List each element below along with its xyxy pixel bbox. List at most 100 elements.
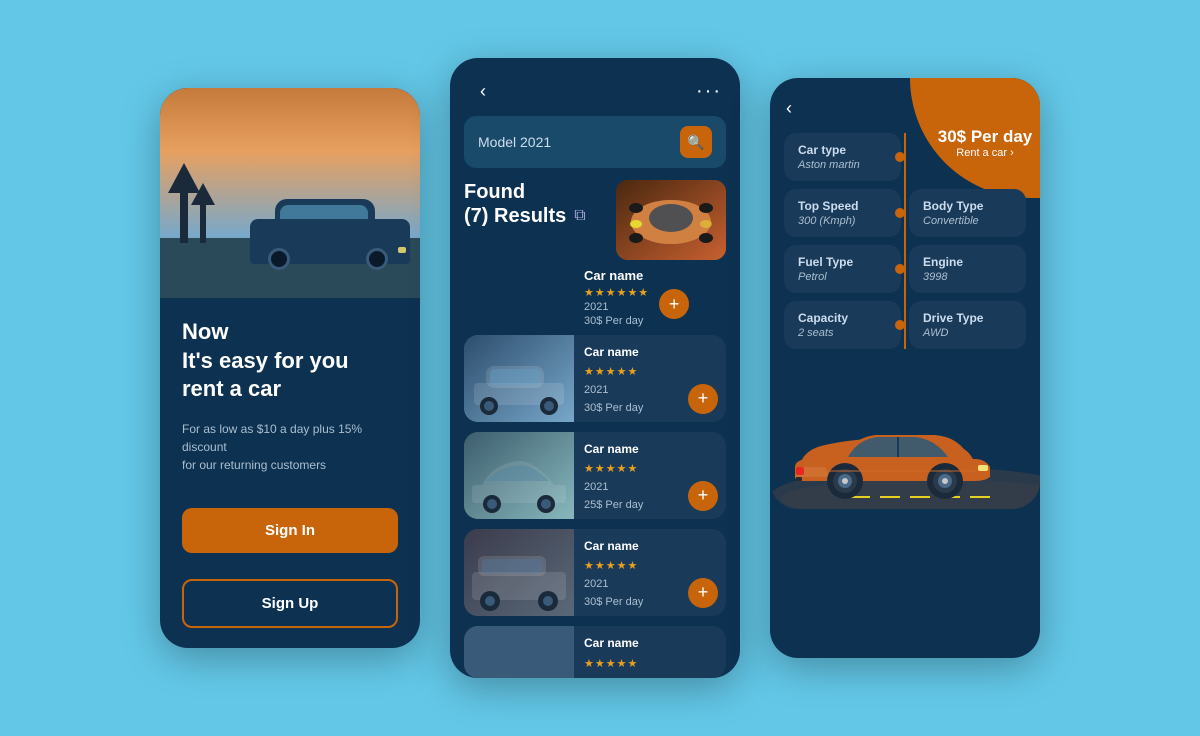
- list-item: Car name ★★★★★ 2021 30$ Per day +: [464, 335, 726, 422]
- spec-engine-value: 3998: [923, 271, 1012, 283]
- spec-car-type: Car type Aston martin: [784, 133, 901, 181]
- hero-car: [250, 203, 410, 278]
- spec-empty-1: [909, 133, 1026, 181]
- featured-car-year: 2021: [584, 301, 649, 313]
- back-button[interactable]: ‹: [468, 76, 498, 106]
- car-svg-3: [464, 529, 574, 616]
- car-thumbnail-2: [464, 432, 574, 519]
- results-number: (7) Results: [464, 204, 566, 228]
- car-svg-1: [464, 335, 574, 422]
- road-car-svg: [770, 349, 1040, 509]
- card3-back-button[interactable]: ‹: [786, 98, 792, 119]
- welcome-subtitle: For as low as $10 a day plus 15% discoun…: [182, 420, 398, 474]
- car-wheel-rear: [366, 248, 388, 270]
- car-price-3: 30$ Per day: [584, 596, 678, 608]
- hero-image: [160, 88, 420, 298]
- car-headlight: [398, 247, 406, 253]
- filter-icon[interactable]: ⧉: [574, 207, 585, 225]
- spec-capacity: Capacity 2 seats: [784, 301, 901, 349]
- welcome-title: Now It's easy for you rent a car: [182, 318, 398, 404]
- car-year-2: 2021: [584, 481, 678, 493]
- spec-top-speed: Top Speed 300 (Kmph): [784, 189, 901, 237]
- car-detail-card: 30$ Per day Rent a car › ‹ Car type Asto…: [770, 78, 1040, 658]
- spec-car-type-value: Aston martin: [798, 159, 887, 171]
- spec-capacity-value: 2 seats: [798, 327, 887, 339]
- spec-capacity-label: Capacity: [798, 311, 887, 325]
- spec-engine-label: Engine: [923, 255, 1012, 269]
- featured-car-name: Car name: [584, 268, 649, 283]
- car-info-2: Car name ★★★★★ 2021 25$ Per day: [574, 432, 688, 519]
- spec-drive-type-value: AWD: [923, 327, 1012, 339]
- car-price-1: 30$ Per day: [584, 402, 678, 414]
- spec-engine: Engine 3998: [909, 245, 1026, 293]
- search-input[interactable]: Model 2021: [478, 134, 672, 150]
- welcome-card: Now It's easy for you rent a car For as …: [160, 88, 420, 648]
- results-list: Car name ★★★★★ 2021 30$ Per day +: [450, 335, 740, 678]
- featured-car-details: Car name ★★★★★★ 2021 30$ Per day: [584, 268, 649, 327]
- featured-car-image: [616, 180, 726, 260]
- spec-top-speed-label: Top Speed: [798, 199, 887, 213]
- timeline-dot-1: [895, 152, 905, 162]
- car-svg-2: [464, 432, 574, 519]
- add-car-button-2[interactable]: +: [688, 481, 718, 511]
- car-name-3: Car name: [584, 539, 678, 553]
- car-year-3: 2021: [584, 578, 678, 590]
- featured-car-price: 30$ Per day: [584, 315, 649, 327]
- add-car-button-3[interactable]: +: [688, 578, 718, 608]
- timeline-dot-4: [895, 320, 905, 330]
- list-item: Car name ★★★★★ 2021 25$ Per day +: [464, 432, 726, 519]
- spacer: [182, 490, 398, 492]
- search-bar: Model 2021 🔍: [464, 116, 726, 168]
- car-thumbnail-4: [464, 626, 574, 678]
- car-svg-4: [464, 626, 574, 678]
- add-car-button-1[interactable]: +: [688, 384, 718, 414]
- car-stars-4: ★★★★★: [584, 657, 716, 670]
- timeline-dot-3: [895, 264, 905, 274]
- hero-tree-2: [200, 198, 206, 243]
- more-options-button[interactable]: ···: [696, 80, 722, 103]
- featured-car-svg: [616, 180, 726, 260]
- timeline-dot-2: [895, 208, 905, 218]
- featured-car-stars: ★★★★★★: [584, 286, 649, 299]
- spec-car-type-label: Car type: [798, 143, 887, 157]
- car-stars-2: ★★★★★: [584, 462, 678, 475]
- car-name-4: Car name: [584, 636, 716, 650]
- welcome-title-text: Now It's easy for you rent a car: [182, 319, 349, 401]
- car-info-1: Car name ★★★★★ 2021 30$ Per day: [574, 335, 688, 422]
- spec-fuel-type: Fuel Type Petrol: [784, 245, 901, 293]
- spec-drive-type-label: Drive Type: [923, 311, 1012, 325]
- welcome-subtitle-text: For as low as $10 a day plus 15% discoun…: [182, 422, 362, 472]
- spec-body-type: Body Type Convertible: [909, 189, 1026, 237]
- car-thumbnail-1: [464, 335, 574, 422]
- spec-body-type-label: Body Type: [923, 199, 1012, 213]
- signin-button[interactable]: Sign In: [182, 508, 398, 553]
- featured-car-info-row: Car name ★★★★★★ 2021 30$ Per day +: [450, 268, 740, 335]
- search-icon: 🔍: [687, 134, 704, 151]
- car-stars-3: ★★★★★: [584, 559, 678, 572]
- spec-fuel-type-value: Petrol: [798, 271, 887, 283]
- car-info-4: Car name ★★★★★: [574, 626, 726, 678]
- spec-body-type-value: Convertible: [923, 215, 1012, 227]
- results-count: Found: [464, 180, 606, 204]
- search-button[interactable]: 🔍: [680, 126, 712, 158]
- car-wheel-front: [268, 248, 290, 270]
- car-stars-1: ★★★★★: [584, 365, 678, 378]
- spec-fuel-type-label: Fuel Type: [798, 255, 887, 269]
- car-info-3: Car name ★★★★★ 2021 30$ Per day: [574, 529, 688, 616]
- card1-content: Now It's easy for you rent a car For as …: [160, 298, 420, 648]
- car-thumbnail-3: [464, 529, 574, 616]
- hero-tree-1: [180, 183, 188, 243]
- car-name-1: Car name: [584, 345, 678, 359]
- car-price-2: 25$ Per day: [584, 499, 678, 511]
- signup-button[interactable]: Sign Up: [182, 579, 398, 628]
- car-road-scene: [770, 349, 1040, 509]
- spec-top-speed-value: 300 (Kmph): [798, 215, 887, 227]
- featured-add-button[interactable]: +: [659, 289, 689, 319]
- car-name-2: Car name: [584, 442, 678, 456]
- search-results-card: ‹ ··· Model 2021 🔍 Found (7) Results ⧉: [450, 58, 740, 678]
- list-item: Car name ★★★★★ 2021 30$ Per day +: [464, 529, 726, 616]
- specs-section: Car type Aston martin Top Speed 300 (Kmp…: [784, 133, 1026, 349]
- card2-header: ‹ ···: [450, 58, 740, 116]
- list-item: Car name ★★★★★: [464, 626, 726, 678]
- spec-drive-type: Drive Type AWD: [909, 301, 1026, 349]
